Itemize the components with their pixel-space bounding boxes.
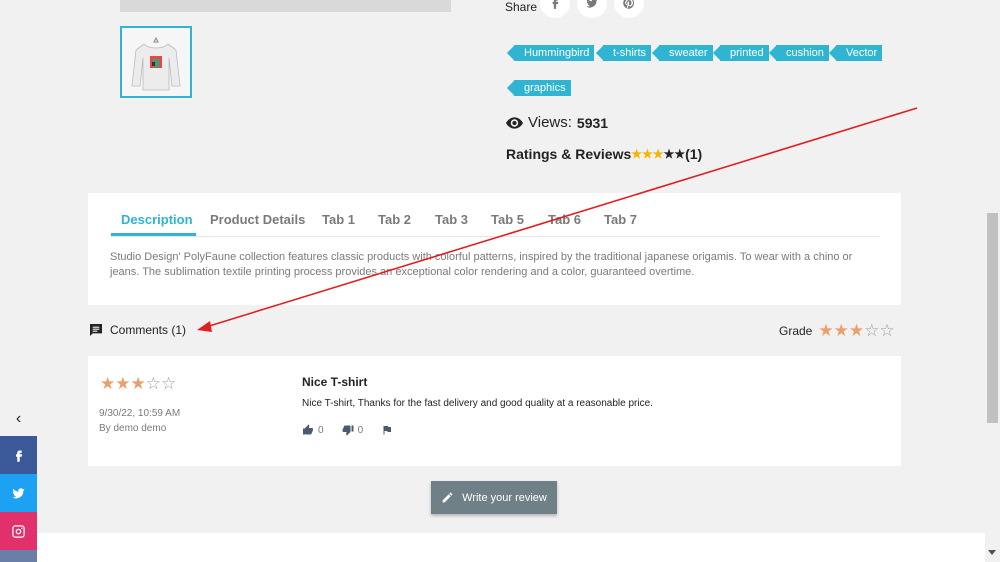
write-review-label: Write your review	[462, 491, 547, 504]
tag-hummingbird[interactable]: Hummingbird	[514, 45, 595, 61]
views-count: 5931	[576, 114, 609, 131]
pencil-icon	[442, 492, 453, 503]
grade-stars: ★ ★ ★ ☆ ☆	[818, 322, 894, 339]
star-icon: ★	[833, 321, 849, 340]
tag-printed[interactable]: printed	[720, 45, 769, 61]
facebook-icon	[16, 450, 23, 462]
twitter-icon	[12, 487, 25, 498]
ratings-reviews[interactable]: Ratings & Reviews ★ ★ ★ ★ ★ (1)	[506, 146, 702, 162]
review-card	[88, 356, 901, 466]
star-outline-icon: ☆	[161, 374, 177, 393]
tab-description[interactable]: Description	[121, 212, 193, 227]
main-product-image	[120, 0, 451, 12]
footer-area	[37, 533, 985, 562]
write-review-button[interactable]: Write your review	[431, 481, 557, 514]
pinterest-icon	[623, 0, 634, 9]
chevron-left-icon: ‹	[15, 410, 22, 427]
ratings-count: (1)	[685, 146, 703, 162]
star-icon: ★	[848, 321, 865, 340]
review-date: 9/30/22, 10:59 AM	[99, 408, 181, 419]
tab-7[interactable]: Tab 7	[604, 212, 637, 227]
views-counter: Views: 5931	[506, 114, 608, 131]
tab-3[interactable]: Tab 3	[435, 212, 468, 227]
star-icon: ★	[130, 374, 146, 393]
star-outline-icon: ☆	[145, 374, 161, 393]
social-toggle-button[interactable]: ‹	[0, 405, 37, 433]
comments-header: Comments (1)	[88, 322, 186, 338]
tab-1[interactable]: Tab 1	[322, 212, 355, 227]
instagram-follow-button[interactable]	[0, 512, 37, 550]
product-description: Studio Design' PolyFaune collection feat…	[110, 251, 853, 278]
star-icon: ★	[631, 147, 643, 161]
product-thumbnail[interactable]	[120, 26, 192, 98]
flag-icon[interactable]	[381, 424, 393, 436]
pinterest-share-button[interactable]	[614, 0, 644, 18]
twitter-icon	[586, 0, 598, 8]
twitter-share-button[interactable]	[577, 0, 607, 18]
tag-t-shirts[interactable]: t-shirts	[603, 45, 651, 61]
comments-label: Comments (1)	[110, 323, 187, 337]
thumbs-down-icon[interactable]	[342, 424, 354, 436]
tab-5[interactable]: Tab 5	[491, 212, 524, 227]
scrollbar-thumb[interactable]	[987, 213, 998, 423]
tag-cushion[interactable]: cushion	[776, 45, 829, 61]
review-author: By demo demo	[99, 423, 167, 434]
product-tabs: Description Product Details Tab 1 Tab 2 …	[110, 212, 880, 237]
star-icon: ★	[100, 374, 116, 393]
not-useful-count: 0	[357, 424, 364, 436]
star-outline-icon: ☆	[879, 321, 895, 340]
instagram-icon	[12, 524, 25, 538]
review-title: Nice T-shirt	[302, 375, 368, 389]
star-icon: ★	[818, 321, 834, 340]
star-icon: ★	[115, 374, 131, 393]
grade: Grade ★ ★ ★ ☆ ☆	[779, 322, 895, 339]
facebook-icon	[552, 0, 559, 9]
comment-icon	[90, 324, 102, 336]
grade-label: Grade	[779, 323, 813, 338]
scroll-down-arrow[interactable]	[988, 550, 996, 555]
tag-sweater[interactable]: sweater	[659, 45, 713, 61]
tag-graphics[interactable]: graphics	[514, 80, 571, 96]
share-label: Share	[505, 0, 538, 14]
active-tab-indicator	[111, 233, 196, 236]
sweater-thumbnail-image	[122, 28, 190, 96]
tab-2[interactable]: Tab 2	[378, 212, 411, 227]
product-tabs-card	[88, 193, 901, 305]
star-icon: ★	[642, 147, 653, 161]
facebook-follow-button[interactable]	[0, 436, 37, 474]
facebook-share-button[interactable]	[540, 0, 570, 18]
ratings-label: Ratings & Reviews	[506, 146, 632, 162]
thumbs-up-icon[interactable]	[302, 424, 314, 436]
views-label: Views:	[528, 114, 572, 131]
tab-6[interactable]: Tab 6	[548, 212, 581, 227]
review-actions: 0 0	[302, 424, 393, 436]
more-social-button[interactable]	[0, 550, 37, 562]
star-icon: ★	[652, 147, 664, 161]
review-text: Nice T-shirt, Thanks for the fast delive…	[302, 398, 653, 409]
star-outline-icon: ☆	[864, 321, 880, 340]
review-stars: ★ ★ ★ ☆ ☆	[100, 375, 176, 392]
star-icon: ★	[674, 147, 686, 161]
twitter-follow-button[interactable]	[0, 474, 37, 512]
tag-vector[interactable]: Vector	[836, 45, 883, 61]
star-icon: ★	[663, 147, 675, 161]
tab-product-details[interactable]: Product Details	[210, 212, 305, 227]
useful-count: 0	[318, 424, 324, 436]
eye-icon	[506, 116, 523, 129]
